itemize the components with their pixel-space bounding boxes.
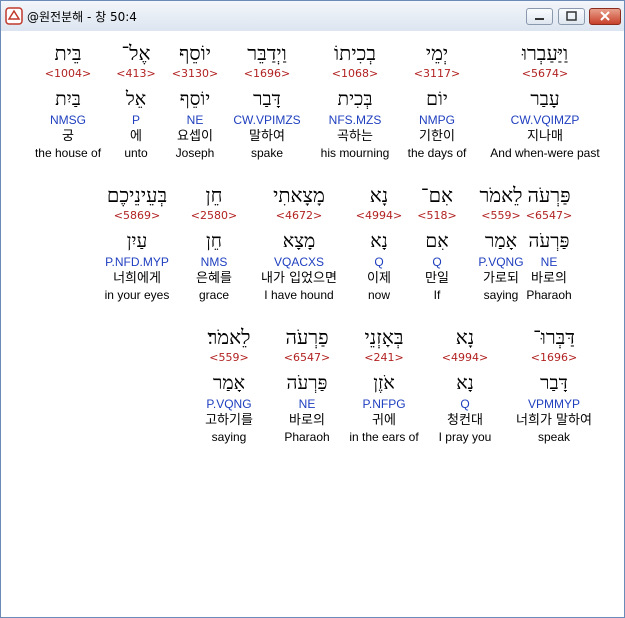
lemma-word: עַיִן xyxy=(126,230,148,252)
strong-number: <5869> xyxy=(113,209,161,222)
word-cell[interactable]: בֵּית <1004> בַּיִת NMSG 궁 the house of xyxy=(3,36,133,161)
app-logo-icon xyxy=(5,7,23,25)
hebrew-word: בְּעֵינֵיכֶם xyxy=(106,183,168,207)
english-gloss: in your eyes xyxy=(104,288,170,302)
word-cell[interactable]: לֵאמֹר׃ <559> אָמַר P.VQNG 고하기를 saying xyxy=(164,320,294,445)
lemma-word: אָמַר xyxy=(213,372,245,394)
maximize-button[interactable] xyxy=(558,8,585,25)
hebrew-word: לֵאמֹר׃ xyxy=(207,325,251,349)
parse-view[interactable]: וַיַּעַבְרוּ <5674> עָבַר CW.VQIMZP 지나매 And w… xyxy=(1,31,624,617)
maximize-icon xyxy=(566,11,577,21)
english-gloss: the house of xyxy=(34,146,102,160)
morphology-code: P.NFD.MYP xyxy=(105,255,169,269)
strong-number: <1004> xyxy=(44,67,92,80)
lemma-word: בַּיִת xyxy=(55,88,81,110)
window-title: @원전분해 - 창 50:4 xyxy=(27,10,137,24)
word-cell[interactable]: בְּעֵינֵיכֶם <5869> עַיִן P.NFD.MYP 너희에게 in y… xyxy=(72,178,202,303)
minimize-icon xyxy=(535,18,544,20)
korean-gloss: 고하기를 xyxy=(205,413,253,428)
minimize-button[interactable] xyxy=(526,8,553,25)
korean-gloss: 너희에게 xyxy=(113,271,161,286)
close-icon xyxy=(600,11,610,21)
english-gloss: saying xyxy=(211,430,247,444)
title-bar[interactable]: @원전분해 - 창 50:4 xyxy=(1,1,624,32)
korean-gloss: 궁 xyxy=(62,129,74,144)
app-window: @원전분해 - 창 50:4 וַיַּעַבְרוּ <5674> עָבַר CW… xyxy=(0,0,625,618)
morphology-code: P.VQNG xyxy=(206,397,252,411)
hebrew-word: בֵּית xyxy=(54,41,82,65)
close-button[interactable] xyxy=(589,8,621,25)
strong-number: <559> xyxy=(209,351,249,364)
morphology-code: NMSG xyxy=(50,113,86,127)
